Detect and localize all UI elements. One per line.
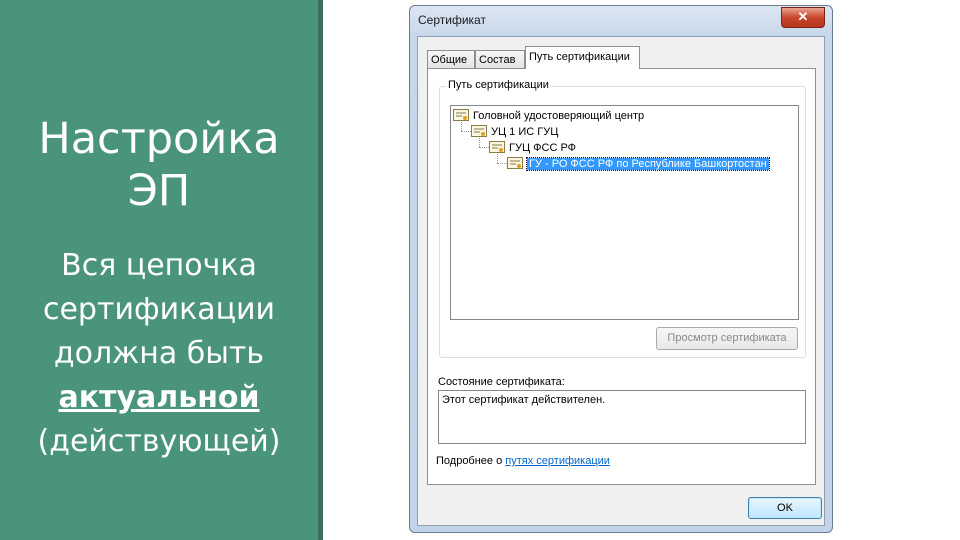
certification-path-tree[interactable]: Головной удостоверяющий центр УЦ 1 ИС ГУ… xyxy=(450,105,799,320)
tree-item-label: Головной удостоверяющий центр xyxy=(473,110,645,122)
window-title: Сертификат xyxy=(418,13,486,27)
tree-connector xyxy=(461,131,471,132)
status-label: Состояние сертификата: xyxy=(438,376,565,388)
more-info-line: Подробнее о путях сертификации xyxy=(436,455,610,467)
tree-item[interactable]: ГУЦ ФСС РФ xyxy=(489,140,576,156)
slide-title-line: ЭП xyxy=(127,166,191,216)
certificate-icon xyxy=(507,157,523,169)
tree-item[interactable]: УЦ 1 ИС ГУЦ xyxy=(471,124,558,140)
tree-item-label: ГУЦ ФСС РФ xyxy=(509,142,577,154)
tab-details[interactable]: Состав xyxy=(475,50,525,68)
slide-body-line: Вся цепочка xyxy=(61,248,257,283)
slide-title-line: Настройка xyxy=(38,114,280,164)
tab-page-certification-path: Путь сертификации Головной удостоверяющи… xyxy=(427,68,816,485)
close-button[interactable]: ✕ xyxy=(781,7,825,28)
status-textbox[interactable]: Этот сертификат действителен. xyxy=(438,390,806,444)
tree-item-label: УЦ 1 ИС ГУЦ xyxy=(491,126,559,138)
close-icon: ✕ xyxy=(797,9,809,24)
certificate-dialog: Сертификат ✕ Общие Состав Путь сертифика… xyxy=(409,5,833,533)
slide-title: Настройка ЭП xyxy=(0,113,318,217)
more-info-prefix: Подробнее о xyxy=(436,455,506,467)
certification-path-group: Путь сертификации Головной удостоверяющи… xyxy=(439,79,806,358)
slide-body-line: (действующей) xyxy=(37,424,281,459)
tab-general[interactable]: Общие xyxy=(427,50,475,68)
tree-item-selected[interactable]: ГУ - РО ФСС РФ по Республике Башкортоста… xyxy=(507,156,770,172)
certificate-icon xyxy=(453,109,469,121)
slide-body-line: сертификации xyxy=(42,292,276,327)
certificate-icon xyxy=(471,125,487,137)
certification-path-link[interactable]: путях сертификации xyxy=(505,455,610,467)
dialog-client-area: Общие Состав Путь сертификации Путь серт… xyxy=(417,36,825,526)
ok-button[interactable]: OK xyxy=(748,497,822,519)
tree-connector xyxy=(479,147,489,148)
tree-connector xyxy=(497,163,507,164)
tab-certification-path[interactable]: Путь сертификации xyxy=(525,46,640,69)
slide-divider xyxy=(318,0,323,540)
certificate-icon xyxy=(489,141,505,153)
slide-body-line: должна быть xyxy=(53,336,265,371)
slide-body: Вся цепочка сертификации должна быть акт… xyxy=(0,244,318,464)
status-text: Этот сертификат действителен. xyxy=(442,394,606,406)
view-certificate-button[interactable]: Просмотр сертификата xyxy=(656,327,798,350)
slide-panel: Настройка ЭП Вся цепочка сертификации до… xyxy=(0,0,318,540)
group-label: Путь сертификации xyxy=(446,79,551,91)
slide-body-emphasis: актуальной xyxy=(58,380,260,415)
tree-item[interactable]: Головной удостоверяющий центр xyxy=(453,108,644,124)
tree-item-label: ГУ - РО ФСС РФ по Республике Башкортоста… xyxy=(526,157,770,171)
